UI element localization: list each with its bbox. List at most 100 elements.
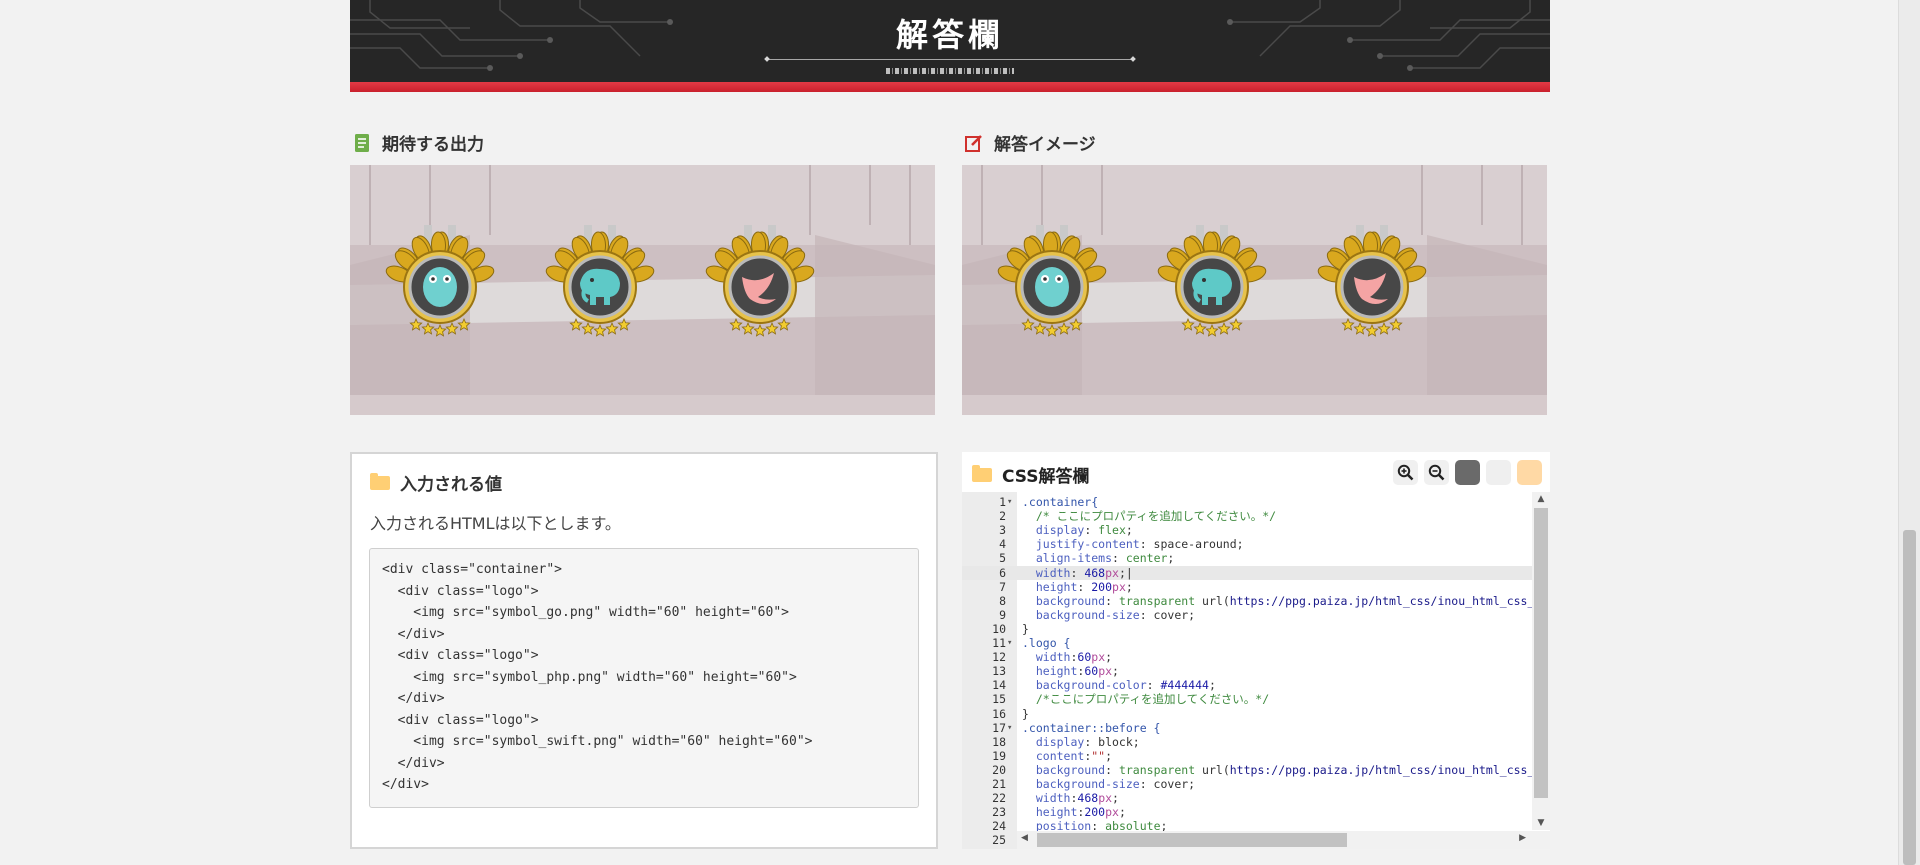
editor-line[interactable]: 23 height:200px; (962, 805, 1539, 819)
editor-line[interactable]: 8 background: transparent url(https://pp… (962, 594, 1539, 608)
code-token: 200 (1084, 805, 1106, 820)
theme-light-button[interactable] (1486, 460, 1511, 485)
editor-toolbar (1393, 460, 1542, 485)
line-number: 9 (999, 607, 1006, 622)
editor-line[interactable]: 3 display: flex; (962, 523, 1539, 537)
code-token: 468 (1077, 791, 1099, 806)
edit-icon (965, 134, 982, 152)
line-number: 17 (992, 720, 1006, 735)
line-code: background-size: cover; (1022, 777, 1195, 791)
code-token: : (1070, 565, 1085, 580)
input-values-panel: 入力される値 入力されるHTMLは以下とします。 <div class="con… (350, 452, 938, 849)
editor-line[interactable]: 10} (962, 622, 1539, 636)
code-token: background-color (1022, 678, 1147, 693)
editor-vertical-scrollbar[interactable]: ▲ ▼ (1532, 492, 1550, 830)
code-token: https://ppg.paiza.jp/html_css/inou_html_… (1229, 762, 1535, 777)
line-code: height:200px; (1022, 805, 1126, 819)
code-token: } (1022, 706, 1029, 721)
code-token: ; (1125, 579, 1133, 594)
code-token: transparent (1118, 762, 1196, 777)
scroll-left-arrow-icon[interactable]: ◀ (1021, 833, 1028, 843)
editor-line[interactable]: 20 background: transparent url(https://p… (962, 763, 1539, 777)
code-line: <img src="symbol_php.png" width="60" hei… (382, 669, 797, 685)
code-token: "" (1091, 748, 1106, 763)
zoom-in-button[interactable] (1393, 460, 1418, 485)
line-number: 6 (999, 565, 1006, 580)
line-code: height:60px; (1022, 664, 1119, 678)
line-code: background-size: cover; (1022, 608, 1195, 622)
editor-line[interactable]: 11 ▾ .logo { (962, 636, 1539, 650)
editor-horizontal-scroll-thumb[interactable] (1037, 833, 1347, 847)
editor-line[interactable]: 16} (962, 707, 1539, 721)
gopher-icon (992, 225, 1112, 345)
code-token: ; (1112, 664, 1119, 679)
line-number: 23 (992, 805, 1006, 820)
line-code: width:468px; (1022, 791, 1119, 805)
code-token: } (1022, 621, 1029, 636)
code-line: </div> (382, 626, 445, 642)
editor-line[interactable]: 17 ▾ .container::before { (962, 721, 1539, 735)
line-code: display: flex; (1022, 523, 1133, 537)
editor-line[interactable]: 6 width: 468px;| (962, 565, 1539, 580)
code-token: px (1112, 579, 1126, 594)
code-line: </div> (382, 777, 429, 792)
editor-line[interactable]: 14 background-color: #444444; (962, 678, 1539, 692)
editor-line[interactable]: 19 content:""; (962, 749, 1539, 763)
line-code: } (1022, 707, 1029, 721)
line-number: 14 (992, 678, 1006, 693)
code-line: <img src="symbol_go.png" width="60" heig… (382, 605, 789, 620)
zoom-out-button[interactable] (1424, 460, 1449, 485)
scroll-down-arrow-icon[interactable]: ▼ (1532, 818, 1550, 828)
css-code-editor[interactable]: 1 ▾ .container{2 /* ここにプロパティを追加してください。*/3 … (962, 492, 1550, 849)
editor-line[interactable]: 5 align-items: center; (962, 551, 1539, 565)
swift-bird-icon (700, 225, 820, 345)
page-scrollbar-thumb[interactable] (1903, 530, 1916, 865)
document-icon (355, 133, 369, 152)
editor-horizontal-scrollbar[interactable]: ◀ ▶ (1017, 831, 1550, 849)
theme-warm-button[interactable] (1517, 460, 1542, 485)
code-token: width (1022, 565, 1071, 580)
fold-arrow-icon[interactable]: ▾ (1007, 495, 1012, 509)
theme-dark-button[interactable] (1455, 460, 1480, 485)
editor-line[interactable]: 2 /* ここにプロパティを追加してください。*/ (962, 509, 1539, 523)
code-token: width (1022, 650, 1071, 665)
line-number: 10 (992, 621, 1006, 636)
line-code: } (1022, 622, 1029, 636)
page-scrollbar[interactable] (1898, 0, 1920, 865)
code-token: background (1022, 593, 1106, 608)
code-token: : (1146, 678, 1161, 693)
editor-vertical-scroll-thumb[interactable] (1534, 508, 1548, 798)
editor-line[interactable]: 18 display: block; (962, 735, 1539, 749)
expected-output-image (350, 165, 935, 415)
editor-line[interactable]: 4 justify-content: space-around; (962, 537, 1539, 551)
html-code-block: <div class="container"> <div class="logo… (369, 548, 919, 808)
expected-output-heading: 期待する出力 (352, 130, 484, 155)
editor-line[interactable]: 21 background-size: cover; (962, 777, 1539, 791)
line-number: 1 (999, 495, 1006, 509)
line-code: background-color: #444444; (1022, 678, 1216, 692)
fold-arrow-icon[interactable]: ▾ (1007, 721, 1012, 735)
code-token: px (1105, 805, 1119, 820)
code-token: center (1125, 551, 1168, 566)
editor-line[interactable]: 22 width:468px; (962, 791, 1539, 805)
code-token: transparent (1118, 593, 1196, 608)
answer-image-heading: 解答イメージ (964, 130, 1096, 155)
scroll-right-arrow-icon[interactable]: ▶ (1519, 833, 1526, 843)
scroll-up-arrow-icon[interactable]: ▲ (1532, 494, 1550, 504)
code-token: background (1022, 762, 1106, 777)
editor-line[interactable]: 7 height: 200px; (962, 580, 1539, 594)
code-token: /*ここにプロパティを追加してください。*/ (1022, 692, 1270, 707)
answer-image-title: 解答イメージ (994, 135, 1096, 155)
fold-arrow-icon[interactable]: ▾ (1007, 636, 1012, 650)
editor-line[interactable]: 12 width:60px; (962, 650, 1539, 664)
code-line: <img src="symbol_swift.png" width="60" h… (382, 734, 813, 749)
line-number: 24 (992, 819, 1006, 834)
swift-bird-icon (1312, 225, 1432, 345)
line-number: 16 (992, 706, 1006, 721)
editor-line[interactable]: 13 height:60px; (962, 664, 1539, 678)
editor-line[interactable]: 15 /*ここにプロパティを追加してください。*/ (962, 692, 1539, 706)
editor-line[interactable]: 1 ▾ .container{ (962, 495, 1539, 509)
editor-line[interactable]: 9 background-size: cover; (962, 608, 1539, 622)
code-token: ; (1125, 523, 1133, 538)
banner-dots (886, 68, 1014, 74)
